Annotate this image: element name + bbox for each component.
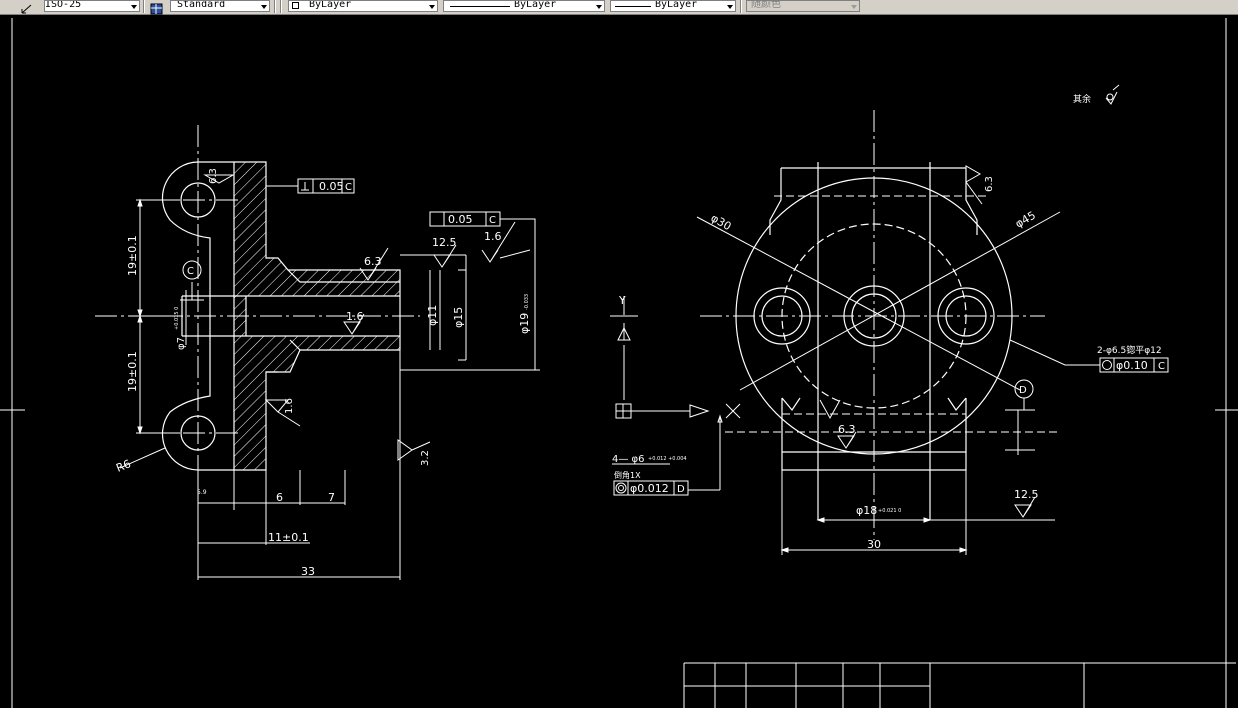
svg-text:R6: R6: [114, 457, 132, 475]
svg-text:C: C: [1158, 361, 1165, 372]
table-style-icon[interactable]: [150, 0, 163, 15]
plot-style-select: 随颜色: [746, 0, 860, 12]
svg-text:C: C: [345, 182, 352, 193]
svg-text:11±0.1: 11±0.1: [268, 531, 309, 544]
svg-text:1.6: 1.6: [346, 310, 364, 323]
svg-text:3.2: 3.2: [420, 450, 431, 466]
svg-text:φ7: φ7: [176, 337, 187, 350]
dimension-style-select[interactable]: ISO-25: [44, 0, 140, 12]
svg-text:D: D: [677, 484, 685, 495]
svg-text:1.6: 1.6: [284, 398, 295, 414]
svg-text:30: 30: [867, 538, 881, 551]
svg-text:2-φ6.5锪平φ12: 2-φ6.5锪平φ12: [1097, 344, 1162, 356]
svg-text:φ19: φ19: [518, 313, 531, 334]
center-view-indicators: Y 4— φ6 +0.012 +0.004 倒角1X φ0.012 D: [610, 294, 741, 496]
dimension-style-icon[interactable]: [20, 0, 33, 14]
svg-text:倒角1X: 倒角1X: [614, 470, 641, 480]
properties-toolbar: ISO-25 Standard ByLayer ByLayer ByLayer …: [0, 0, 1238, 15]
svg-text:1.6: 1.6: [484, 230, 502, 243]
svg-text:C: C: [187, 266, 194, 277]
svg-text:其余: 其余: [1073, 93, 1091, 105]
svg-text:12.5: 12.5: [1014, 488, 1039, 501]
left-section-view: 0.05 C C 0.05 C 12.5 1.6 6.3 1.6 6.3 1.6…: [95, 125, 540, 580]
svg-text:Y: Y: [618, 294, 626, 307]
svg-text:12.5: 12.5: [432, 236, 457, 249]
svg-text:+0.012 +0.004: +0.012 +0.004: [648, 456, 687, 462]
right-front-view: 其余 6.3 φ30 φ45 2-φ6.5锪平φ12 φ0.10 C D 6.3…: [696, 84, 1169, 555]
svg-text:6.3: 6.3: [838, 423, 856, 436]
svg-text:C: C: [489, 215, 496, 226]
table-style-select[interactable]: Standard: [170, 0, 270, 12]
drawing-canvas[interactable]: 0.05 C C 0.05 C 12.5 1.6 6.3 1.6 6.3 1.6…: [0, 14, 1238, 708]
svg-text:4— φ6: 4— φ6: [612, 454, 645, 465]
svg-text:φ15: φ15: [452, 307, 465, 328]
lineweight-sample-icon: [615, 6, 651, 7]
svg-text:0.05: 0.05: [319, 180, 344, 193]
svg-text:+0.015 0: +0.015 0: [174, 307, 180, 330]
svg-text:6.3: 6.3: [364, 255, 382, 268]
svg-text:φ0.012: φ0.012: [630, 482, 669, 495]
svg-text:+0.021 0: +0.021 0: [878, 508, 901, 514]
linetype-sample-icon: [450, 6, 510, 7]
svg-text:6: 6: [276, 491, 283, 504]
svg-text:33: 33: [301, 565, 315, 578]
svg-text:φ0.10: φ0.10: [1116, 359, 1148, 372]
svg-text:19±0.1: 19±0.1: [126, 351, 139, 392]
lineweight-control-select[interactable]: ByLayer: [610, 0, 736, 12]
color-control-select[interactable]: ByLayer: [288, 0, 438, 12]
left-view-annotations: 0.05 C C 0.05 C 12.5 1.6 6.3 1.6 6.3 1.6…: [114, 168, 531, 578]
svg-text:6.3: 6.3: [208, 168, 219, 184]
svg-text:19±0.1: 19±0.1: [126, 235, 139, 276]
svg-text:-0.033: -0.033: [524, 294, 530, 310]
drawing-border: [0, 18, 1238, 708]
svg-text:φ45: φ45: [1013, 209, 1038, 231]
svg-text:7: 7: [328, 491, 335, 504]
linetype-control-select[interactable]: ByLayer: [443, 0, 605, 12]
svg-text:0.05: 0.05: [448, 213, 473, 226]
color-swatch-icon: [292, 2, 299, 9]
svg-text:φ11: φ11: [426, 305, 439, 326]
svg-text:5.9: 5.9: [197, 489, 207, 496]
svg-text:φ18: φ18: [856, 504, 877, 517]
title-block: [683, 662, 1236, 708]
svg-text:D: D: [1019, 385, 1027, 396]
svg-text:6.3: 6.3: [984, 176, 995, 192]
